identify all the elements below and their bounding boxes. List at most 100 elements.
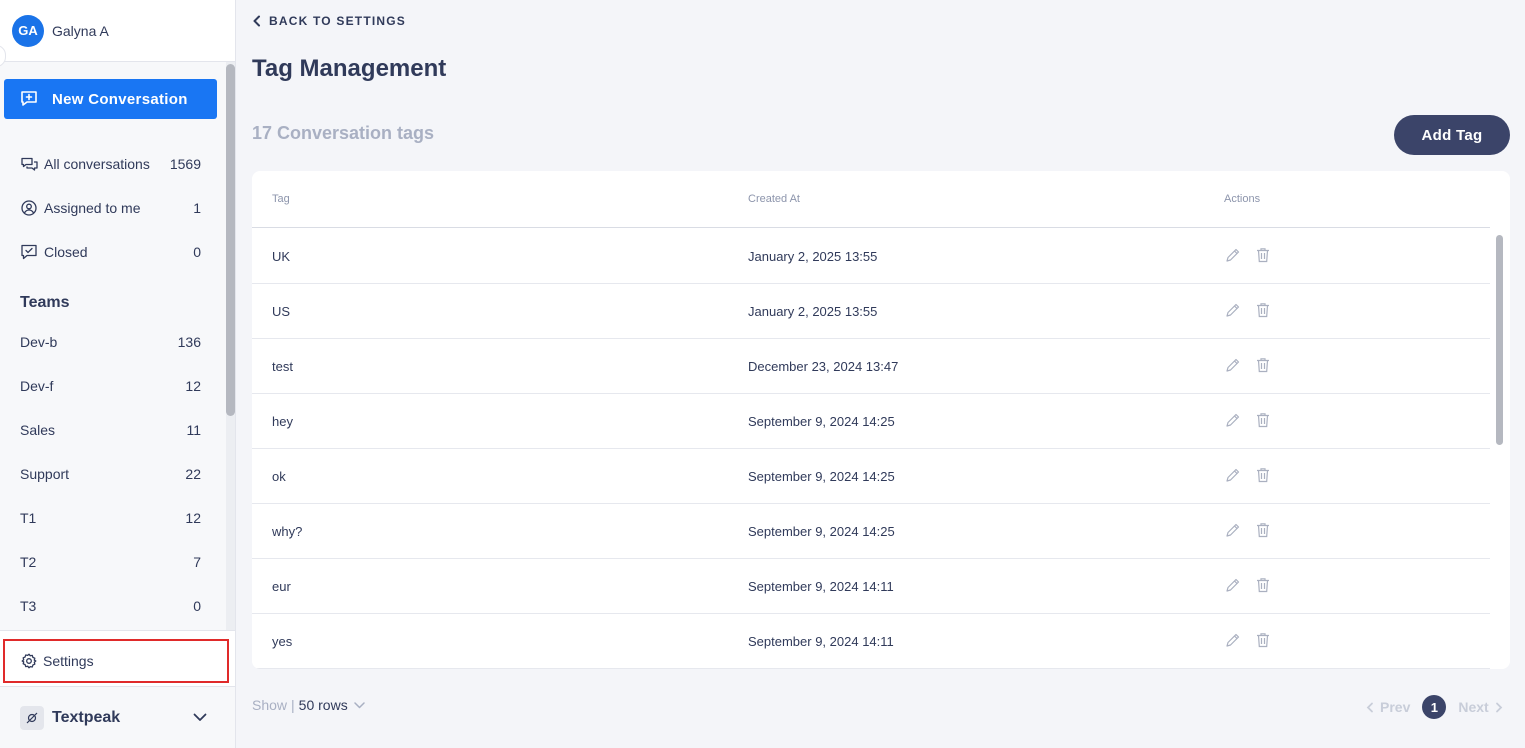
- edit-tag-button[interactable]: [1223, 575, 1243, 595]
- created-at-cell: September 9, 2024 14:25: [748, 414, 895, 429]
- prev-label: Prev: [1380, 699, 1411, 715]
- edit-tag-button[interactable]: [1223, 410, 1243, 430]
- new-conversation-button[interactable]: New Conversation: [4, 79, 217, 119]
- team-item-t1[interactable]: T1 12: [0, 496, 221, 540]
- team-item-dev-b[interactable]: Dev-b 136: [0, 320, 221, 364]
- team-count: 0: [193, 598, 201, 614]
- trash-icon: [1256, 412, 1270, 428]
- workspace-switcher[interactable]: Textpeak: [0, 686, 235, 748]
- table-row: test December 23, 2024 13:47: [252, 339, 1490, 394]
- settings-nav-item[interactable]: Settings: [3, 639, 229, 683]
- nav-count: 1: [193, 200, 201, 216]
- column-header-created-at: Created At: [748, 193, 800, 205]
- prev-page-button[interactable]: Prev: [1366, 699, 1410, 715]
- tag-name-cell: test: [272, 359, 293, 374]
- sidebar: GA Galyna A New Conversation All convers…: [0, 0, 236, 748]
- team-item-support[interactable]: Support 22: [0, 452, 221, 496]
- back-label: BACK TO SETTINGS: [269, 14, 406, 28]
- workspace-name: Textpeak: [52, 708, 121, 726]
- chat-bubbles-icon: [20, 155, 38, 173]
- back-to-settings-link[interactable]: BACK TO SETTINGS: [253, 14, 406, 28]
- trash-icon: [1256, 632, 1270, 648]
- tag-name-cell: eur: [272, 579, 291, 594]
- actions-cell: [1223, 300, 1273, 320]
- page-title: Tag Management: [252, 55, 447, 82]
- conversation-nav: All conversations 1569 Assigned to me 1 …: [0, 142, 221, 274]
- pagination: Prev 1 Next: [1366, 695, 1503, 719]
- user-profile[interactable]: GA Galyna A: [0, 0, 235, 62]
- user-circle-icon: [20, 199, 38, 217]
- actions-cell: [1223, 520, 1273, 540]
- trash-icon: [1256, 467, 1270, 483]
- chevron-left-icon: [253, 15, 260, 27]
- chevron-right-icon: [1495, 702, 1502, 712]
- delete-tag-button[interactable]: [1253, 465, 1273, 485]
- table-header: Tag Created At Actions: [252, 171, 1490, 228]
- team-count: 22: [185, 466, 201, 482]
- created-at-cell: September 9, 2024 14:25: [748, 524, 895, 539]
- next-page-button[interactable]: Next: [1458, 699, 1502, 715]
- edit-tag-button[interactable]: [1223, 520, 1243, 540]
- sidebar-scrollbar-thumb[interactable]: [226, 64, 235, 416]
- actions-cell: [1223, 465, 1273, 485]
- team-item-t3[interactable]: T3 0: [0, 584, 221, 628]
- team-item-t2[interactable]: T2 7: [0, 540, 221, 584]
- add-tag-button[interactable]: Add Tag: [1394, 115, 1510, 155]
- pencil-icon: [1225, 467, 1241, 483]
- pencil-icon: [1225, 522, 1241, 538]
- page-number-current[interactable]: 1: [1422, 695, 1447, 719]
- tags-table: Tag Created At Actions UK January 2, 2025…: [252, 171, 1510, 669]
- tag-name-cell: ok: [272, 469, 286, 484]
- team-label: T2: [20, 554, 37, 570]
- trash-icon: [1256, 357, 1270, 373]
- delete-tag-button[interactable]: [1253, 630, 1273, 650]
- edit-tag-button[interactable]: [1223, 245, 1243, 265]
- avatar: GA: [12, 14, 44, 47]
- column-header-actions: Actions: [1224, 193, 1261, 205]
- nav-closed[interactable]: Closed 0: [0, 230, 221, 274]
- rows-per-page-control: Show | 50 rows: [252, 697, 365, 713]
- nav-assigned-to-me[interactable]: Assigned to me 1: [0, 186, 221, 230]
- tag-name-cell: yes: [272, 634, 293, 649]
- sidebar-scrollbar[interactable]: [226, 62, 235, 630]
- new-chat-icon: [21, 91, 37, 106]
- table-scrollbar-thumb[interactable]: [1496, 235, 1503, 445]
- tag-name-cell: US: [272, 304, 291, 319]
- team-item-sales[interactable]: Sales 11: [0, 408, 221, 452]
- delete-tag-button[interactable]: [1253, 300, 1273, 320]
- table-row: ok September 9, 2024 14:25: [252, 449, 1490, 504]
- team-item-dev-f[interactable]: Dev-f 12: [0, 364, 221, 408]
- delete-tag-button[interactable]: [1253, 410, 1273, 430]
- rows-per-page-select[interactable]: 50 rows: [299, 697, 365, 713]
- pencil-icon: [1225, 302, 1241, 318]
- team-label: Dev-f: [20, 378, 54, 394]
- tag-count-label: 17 Conversation tags: [252, 123, 435, 143]
- team-count: 7: [193, 554, 201, 570]
- created-at-cell: January 2, 2025 13:55: [748, 304, 878, 319]
- edit-tag-button[interactable]: [1223, 300, 1243, 320]
- delete-tag-button[interactable]: [1253, 575, 1273, 595]
- teams-heading: Teams: [20, 294, 70, 311]
- team-label: Support: [20, 466, 70, 482]
- tag-name-cell: hey: [272, 414, 293, 429]
- rows-per-page-value: 50 rows: [298, 697, 348, 713]
- trash-icon: [1256, 577, 1270, 593]
- table-row: why? September 9, 2024 14:25: [252, 504, 1490, 559]
- nav-label: All conversations: [44, 156, 150, 172]
- actions-cell: [1223, 575, 1273, 595]
- edit-tag-button[interactable]: [1223, 355, 1243, 375]
- delete-tag-button[interactable]: [1253, 245, 1273, 265]
- table-row: eur September 9, 2024 14:11: [252, 559, 1490, 614]
- delete-tag-button[interactable]: [1253, 355, 1273, 375]
- edit-tag-button[interactable]: [1223, 465, 1243, 485]
- new-conversation-label: New Conversation: [52, 90, 188, 108]
- table-row: yes September 9, 2024 14:11: [252, 614, 1490, 669]
- nav-all-conversations[interactable]: All conversations 1569: [0, 142, 221, 186]
- closed-chat-icon: [20, 243, 38, 261]
- delete-tag-button[interactable]: [1253, 520, 1273, 540]
- tag-name-cell: UK: [272, 249, 291, 264]
- actions-cell: [1223, 245, 1273, 265]
- pencil-icon: [1225, 632, 1241, 648]
- edit-tag-button[interactable]: [1223, 630, 1243, 650]
- user-name: Galyna A: [52, 22, 109, 39]
